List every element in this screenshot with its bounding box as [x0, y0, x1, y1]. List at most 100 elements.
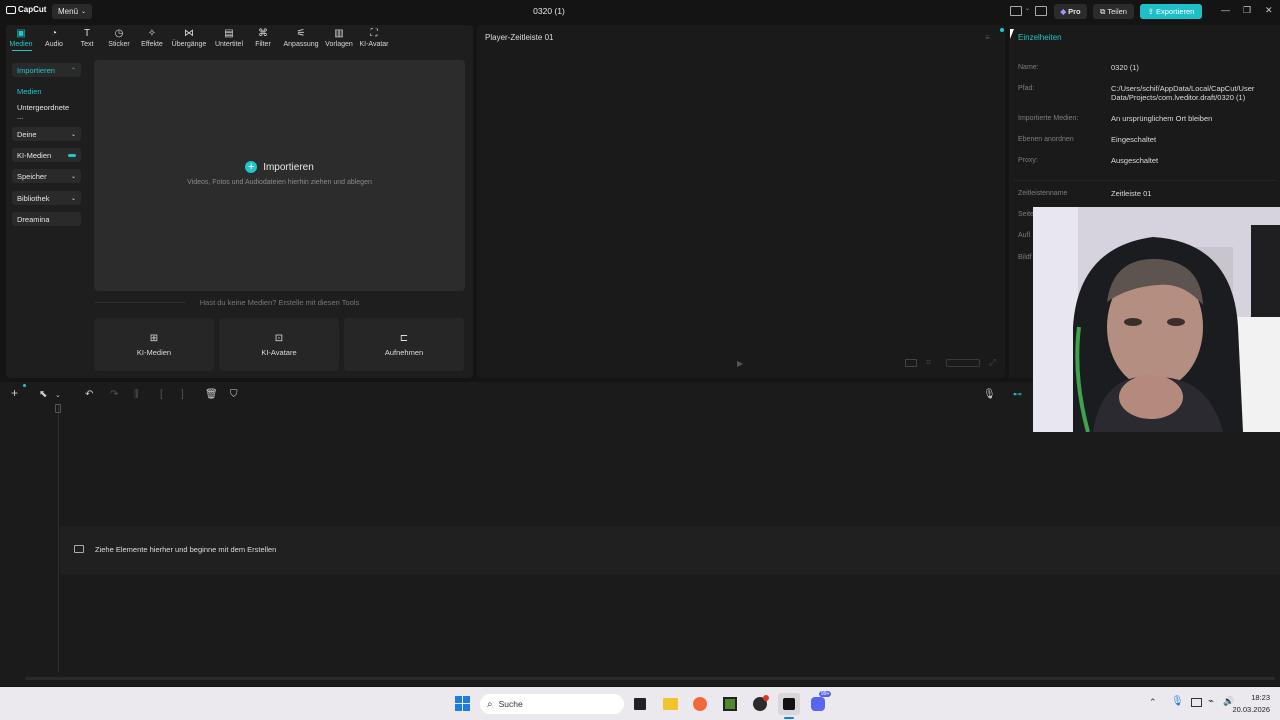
- detail-label-partial: Seite: [1018, 211, 1034, 218]
- record-icon: ⊏: [399, 332, 409, 344]
- subtitles-icon: ▤: [224, 28, 234, 39]
- recording-dot: [763, 695, 769, 701]
- film-icon: [74, 545, 84, 553]
- details-dot-icon: [1000, 28, 1004, 32]
- crop-icon[interactable]: ⌗: [926, 357, 931, 368]
- network-icon[interactable]: ⌁: [1208, 696, 1214, 707]
- tab-text[interactable]: T Text: [69, 28, 105, 48]
- playhead-dot: [23, 384, 26, 387]
- toggle-icon[interactable]: [68, 153, 76, 157]
- split-icon[interactable]: ⫼: [134, 389, 139, 400]
- sidebar-item-label: KI-Medien: [17, 150, 52, 160]
- document-title: 0320 (1): [533, 6, 565, 16]
- title-bar: CapCut Menü ⌄ 0320 (1) ⌄ ◆ Pro ⧉ Teilen …: [0, 0, 1280, 24]
- sidebar-item[interactable]: KI-Medien: [12, 148, 81, 162]
- aspect-ratio-icon[interactable]: [905, 359, 917, 367]
- tool-card-ai-media[interactable]: ⊞ KI-Medien: [94, 318, 214, 371]
- discord-icon[interactable]: [811, 697, 825, 711]
- share-button[interactable]: ⧉ Teilen: [1093, 4, 1134, 19]
- search-icon: ⌕: [487, 698, 493, 710]
- tab-subtitles[interactable]: ▤ Untertitel: [211, 28, 247, 48]
- trim-right-icon[interactable]: ]: [181, 389, 184, 400]
- minimize-icon[interactable]: —: [1221, 5, 1230, 15]
- sidebar-item[interactable]: Speicher ⌄: [12, 169, 81, 183]
- clock-time[interactable]: 18:23: [1238, 693, 1270, 702]
- ai-avatar-icon: ⊡: [274, 332, 284, 344]
- import-dropzone[interactable]: + Importieren Videos, Fotos und Audiodat…: [94, 60, 465, 291]
- fullscreen-icon[interactable]: ⤢: [989, 357, 996, 368]
- export-icon: ⇪: [1147, 7, 1154, 16]
- tool-card-ai-avatar[interactable]: ⊡ KI-Avatare: [219, 318, 339, 371]
- layout-icon[interactable]: [1010, 6, 1022, 16]
- ai-media-icon: ⊞: [149, 332, 159, 344]
- effects-icon: ✧: [147, 28, 157, 39]
- tab-media[interactable]: ▣ Medien: [3, 28, 39, 48]
- task-view-icon[interactable]: [634, 698, 646, 710]
- details-heading[interactable]: Einzelheiten: [1018, 33, 1062, 42]
- tool-card-label: Aufnehmen: [384, 347, 424, 357]
- sidebar-item[interactable]: Dreamina: [12, 212, 81, 226]
- capcut-taskbar-icon[interactable]: [778, 693, 800, 715]
- marker-icon[interactable]: ⛉: [230, 389, 238, 400]
- notification-badge: 99+: [819, 691, 832, 697]
- playhead-line[interactable]: [58, 405, 59, 673]
- play-icon[interactable]: ▶: [737, 359, 743, 368]
- ai-avatar-icon: ⛶: [370, 28, 378, 39]
- export-button[interactable]: ⇪ Exportieren: [1140, 4, 1202, 19]
- file-explorer-icon[interactable]: [663, 698, 678, 710]
- firefox-icon[interactable]: [693, 697, 707, 711]
- tab-effects[interactable]: ✧ Effekte: [134, 28, 170, 48]
- tab-transitions[interactable]: ⋈ Übergänge: [171, 28, 207, 48]
- plus-circle-icon[interactable]: +: [245, 161, 258, 173]
- clock-date[interactable]: 20.03.2026: [1228, 705, 1270, 714]
- detail-label: Zeitleistenname: [1018, 190, 1068, 197]
- delete-icon[interactable]: 🗑: [205, 389, 218, 400]
- redo-icon[interactable]: ↷: [110, 389, 118, 400]
- tab-sticker[interactable]: ◷ Sticker: [101, 28, 137, 48]
- sidebar-item[interactable]: Untergeordnete ...: [12, 103, 81, 121]
- detail-value: Ausgeschaltet: [1111, 156, 1159, 165]
- mouse-cursor: [1010, 29, 1014, 39]
- trim-left-icon[interactable]: [: [160, 389, 163, 400]
- microphone-tray-icon[interactable]: 🎙: [1171, 696, 1184, 707]
- link-toggle-icon[interactable]: ⊷: [1013, 389, 1022, 400]
- display-tray-icon[interactable]: [1191, 698, 1202, 707]
- sidebar-item[interactable]: Importieren ⌃: [12, 63, 81, 77]
- sidebar-item[interactable]: Deine ⌄: [12, 127, 81, 141]
- detail-value[interactable]: C:/Users/schif/AppData/Local/CapCut/User…: [1111, 84, 1273, 102]
- add-track-icon[interactable]: +: [11, 386, 18, 400]
- pro-label: Pro: [1068, 7, 1081, 16]
- game-app-icon[interactable]: [723, 697, 737, 711]
- tool-card-label: KI-Medien: [136, 347, 172, 357]
- chevron-up-icon: ⌃: [70, 67, 76, 74]
- taskbar-search[interactable]: ⌕ Suche: [480, 694, 624, 714]
- webcam-image: [1033, 207, 1280, 432]
- microphone-icon[interactable]: 🎙: [983, 389, 996, 400]
- shortcuts-icon[interactable]: [1035, 6, 1047, 16]
- ratio-button[interactable]: [946, 359, 980, 367]
- sidebar-item[interactable]: Bibliothek ⌄: [12, 191, 81, 205]
- undo-icon[interactable]: ↶: [85, 389, 93, 400]
- import-title[interactable]: Importieren: [263, 162, 314, 173]
- tab-ai-avatar[interactable]: ⛶ KI-Avatar: [356, 28, 392, 48]
- tab-audio[interactable]: ◔ Audio: [36, 28, 72, 48]
- restore-icon[interactable]: ❐: [1243, 5, 1251, 16]
- tool-card-record[interactable]: ⊏ Aufnehmen: [344, 318, 464, 371]
- tab-filter[interactable]: ⌘ Filter: [245, 28, 281, 48]
- chevron-down-icon[interactable]: ⌄: [1025, 5, 1030, 12]
- sidebar-item[interactable]: Medien: [12, 84, 81, 98]
- player-menu-icon[interactable]: ≡: [985, 33, 990, 42]
- tab-templates[interactable]: ▥ Vorlagen: [321, 28, 357, 48]
- tab-label: Effekte: [141, 41, 163, 48]
- pro-button[interactable]: ◆ Pro: [1054, 4, 1087, 19]
- playhead-handle[interactable]: [55, 404, 61, 413]
- chevron-down-icon[interactable]: ⌄: [55, 391, 61, 399]
- close-icon[interactable]: ✕: [1265, 5, 1273, 16]
- tray-chevron-up-icon[interactable]: ⌃: [1149, 697, 1157, 708]
- tools-hint: Hast du keine Medien? Erstelle mit diese…: [199, 298, 360, 307]
- select-tool-icon[interactable]: ⬉: [39, 389, 47, 400]
- detail-label: Proxy:: [1018, 157, 1038, 164]
- timeline-scrollbar[interactable]: [25, 677, 1275, 680]
- windows-start-icon[interactable]: [455, 696, 470, 711]
- tab-adjust[interactable]: ⚟ Anpassung: [283, 28, 319, 48]
